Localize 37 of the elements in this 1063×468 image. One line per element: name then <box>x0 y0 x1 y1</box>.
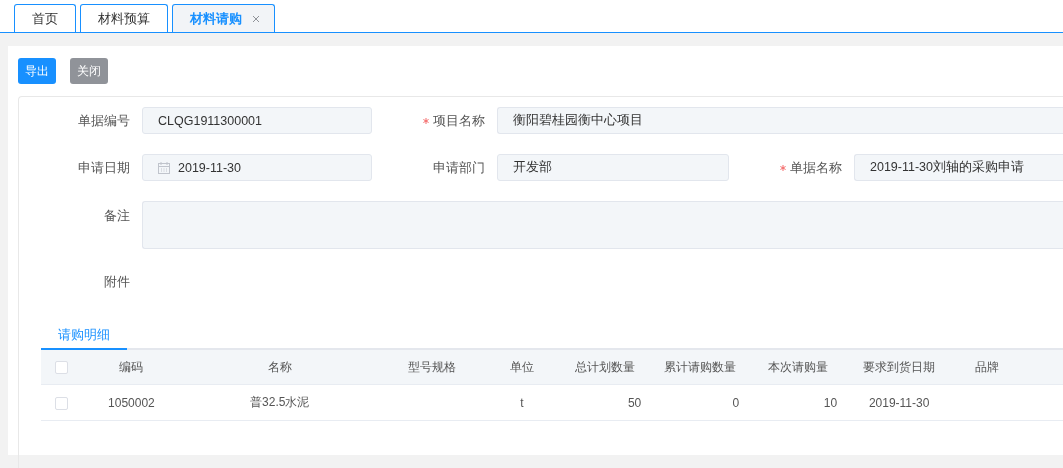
field-label: 单据编号 <box>78 111 130 130</box>
column-header: 要求到货日期 <box>863 358 936 376</box>
column-header: 名称 <box>267 358 292 376</box>
table-cell: 0 <box>732 395 740 410</box>
calendar-icon <box>158 161 170 174</box>
field-label: 申请部门 <box>433 158 485 177</box>
remarks-field[interactable] <box>142 201 1063 249</box>
text-field[interactable]: 衡阳碧桂园衡中心项目 <box>497 107 1063 134</box>
row-checkbox[interactable] <box>55 396 69 410</box>
close-icon[interactable] <box>252 14 260 23</box>
text-field[interactable]: 开发部 <box>497 154 729 181</box>
field-label: 申请日期 <box>78 158 130 177</box>
required-icon <box>780 164 786 171</box>
column-header: 品牌 <box>975 358 1000 376</box>
table-cell: t <box>520 395 524 410</box>
required-icon <box>423 117 429 124</box>
column-header: 型号规格 <box>408 358 456 376</box>
column-header: 单位 <box>509 358 534 376</box>
field-label: 项目名称 <box>433 111 485 130</box>
date-field[interactable]: 2019-11-30 <box>142 154 372 181</box>
text-field[interactable]: 2019-11-30刘轴的采购申请 <box>854 154 1063 181</box>
table-cell: 2019-11-30 <box>868 395 930 410</box>
table-cell: 1050002 <box>108 395 155 410</box>
table-cell: 10 <box>823 395 838 410</box>
page-tab[interactable]: 材料预算 <box>80 4 168 32</box>
column-header: 累计请购数量 <box>664 358 737 376</box>
column-header: 总计划数量 <box>575 358 636 376</box>
field-label: 备注 <box>104 207 130 225</box>
table-cell: 50 <box>627 395 642 410</box>
page-tab[interactable]: 首页 <box>14 4 76 32</box>
select-all-checkbox[interactable] <box>55 361 69 375</box>
field-label: 单据名称 <box>790 158 842 177</box>
table-cell: 普32.5水泥 <box>250 394 310 411</box>
field-label: 附件 <box>104 272 130 291</box>
column-header: 编码 <box>119 358 144 376</box>
column-header: 本次请购量 <box>768 358 829 376</box>
text-field[interactable]: CLQG1911300001 <box>142 107 372 134</box>
